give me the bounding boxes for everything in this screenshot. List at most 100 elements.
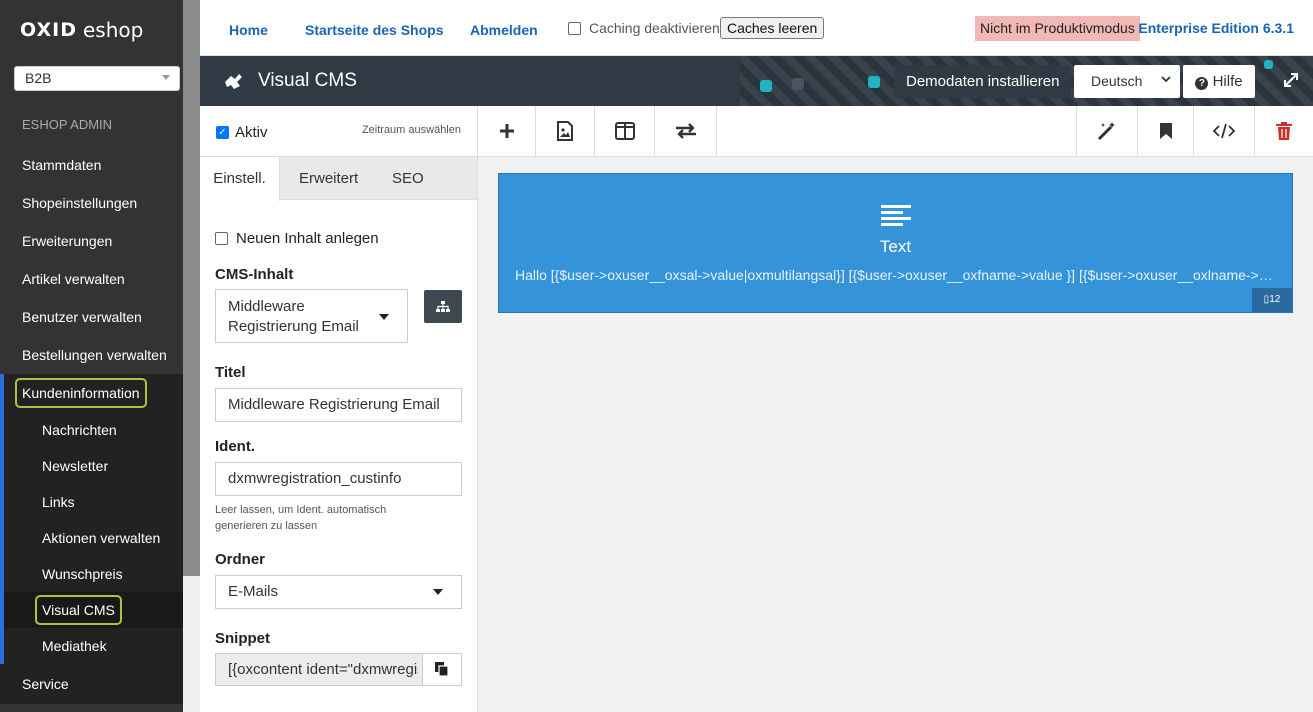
- sitemap-icon: [436, 300, 450, 312]
- chevron-down-icon: [162, 75, 170, 80]
- oxid-logo[interactable]: OXID eshop: [20, 18, 165, 42]
- bookmark-icon: [1159, 123, 1172, 139]
- sidebar-subitem-links[interactable]: Links: [4, 484, 183, 520]
- magic-wand-icon: [1097, 122, 1115, 141]
- sidebar-subitem-aktionen[interactable]: Aktionen verwalten: [4, 520, 183, 556]
- sidebar-item-artikel[interactable]: Artikel verwalten: [0, 260, 183, 298]
- caret-down-icon: [379, 314, 389, 320]
- active-checkbox[interactable]: ✓: [216, 126, 229, 139]
- snippet-label: Snippet: [215, 630, 270, 647]
- delete-button[interactable]: [1254, 106, 1313, 156]
- cms-content-value-line2: Registrierung Email: [228, 318, 359, 335]
- tab-erweitert[interactable]: Erweitert: [299, 157, 358, 200]
- top-navigation: Home Startseite des Shops Abmelden Cachi…: [200, 0, 1313, 56]
- install-demo-data-button[interactable]: Demodaten installieren: [894, 65, 1072, 98]
- swap-button[interactable]: [655, 106, 717, 156]
- sidebar-item-kundeninformation[interactable]: Kundeninformation: [4, 374, 183, 412]
- shop-start-link[interactable]: Startseite des Shops: [305, 22, 444, 38]
- ident-input[interactable]: dxmwregistration_custinfo: [215, 462, 462, 496]
- editor-toolbar: [478, 106, 1313, 157]
- sidebar-item-benutzer[interactable]: Benutzer verwalten: [0, 298, 183, 336]
- add-widget-button[interactable]: [478, 106, 536, 156]
- tab-seo[interactable]: SEO: [392, 157, 424, 200]
- sidebar-item-bestellungen[interactable]: Bestellungen verwalten: [0, 336, 183, 374]
- mode-badge: Nicht im Produktivmodus: [975, 16, 1140, 41]
- sidebar-item-label: Kundeninformation: [15, 378, 147, 408]
- columns-button[interactable]: [595, 106, 655, 156]
- sidebar-subitem-nachrichten[interactable]: Nachrichten: [4, 412, 183, 448]
- text-widget[interactable]: Text Hallo [{$user->oxuser__oxsal->value…: [498, 173, 1293, 313]
- sidebar: OXID eshop B2B ESHOP ADMIN Stammdaten Sh…: [0, 0, 200, 712]
- puzzle-icon: [222, 70, 244, 92]
- caching-checkbox[interactable]: [568, 21, 581, 35]
- active-row: ✓ Aktiv Zeitraum auswählen: [200, 106, 477, 157]
- widget-width-badge[interactable]: ▯12: [1252, 288, 1292, 312]
- title-label: Titel: [215, 364, 246, 381]
- puzzle-piece-icon: [868, 76, 880, 88]
- help-label: Hilfe: [1212, 73, 1243, 90]
- help-button[interactable]: ? Hilfe: [1183, 65, 1255, 98]
- select-period-link[interactable]: Zeitraum auswählen: [362, 124, 461, 136]
- tab-einstellungen[interactable]: Einstell.: [200, 157, 280, 201]
- folder-select-value: E-Mails: [228, 583, 279, 600]
- new-content-toggle[interactable]: Neuen Inhalt anlegen: [215, 230, 379, 247]
- code-icon: [1213, 123, 1235, 139]
- caret-down-icon: [433, 589, 443, 595]
- title-input[interactable]: Middleware Registrierung Email: [215, 388, 462, 422]
- plus-icon: [499, 124, 514, 138]
- sidebar-subitem-wunschpreis[interactable]: Wunschpreis: [4, 556, 183, 592]
- trash-icon: [1276, 122, 1292, 140]
- page-title: Visual CMS: [258, 70, 357, 91]
- cms-content-value-line1: Middleware: [228, 298, 305, 315]
- new-content-checkbox[interactable]: [215, 232, 228, 245]
- sidebar-subitem-newsletter[interactable]: Newsletter: [4, 448, 183, 484]
- home-link[interactable]: Home: [229, 22, 268, 38]
- clear-caches-button[interactable]: Caches leeren: [720, 17, 825, 39]
- ident-label: Ident.: [215, 438, 255, 455]
- language-select-value: Deutsch: [1091, 73, 1143, 89]
- language-select[interactable]: Deutsch: [1074, 65, 1180, 98]
- caching-label: Caching deaktivieren: [589, 20, 720, 36]
- caching-toggle[interactable]: Caching deaktivieren: [568, 20, 720, 36]
- shop-select-value: B2B: [25, 70, 52, 86]
- puzzle-piece-icon: [760, 80, 772, 92]
- folder-select[interactable]: E-Mails: [215, 575, 462, 609]
- shop-select[interactable]: B2B: [14, 66, 180, 91]
- editor-canvas: Text Hallo [{$user->oxuser__oxsal->value…: [478, 157, 1313, 712]
- code-button[interactable]: [1193, 106, 1254, 156]
- sidebar-item-stammdaten[interactable]: Stammdaten: [0, 146, 183, 184]
- copy-button[interactable]: [422, 654, 461, 685]
- logout-link[interactable]: Abmelden: [470, 22, 538, 38]
- settings-panel: ✓ Aktiv Zeitraum auswählen Einstell. Erw…: [200, 106, 478, 712]
- image-file-icon: [557, 121, 573, 141]
- sidebar-item-service[interactable]: Service: [0, 664, 183, 704]
- exchange-icon: [675, 123, 696, 139]
- cms-content-select[interactable]: Middleware Registrierung Email: [215, 289, 408, 343]
- edition-label: Enterprise Edition 6.3.1: [1138, 20, 1294, 36]
- question-circle-icon: ?: [1195, 77, 1209, 90]
- sidebar-subitem-mediathek[interactable]: Mediathek: [4, 628, 183, 664]
- sitemap-button[interactable]: [424, 290, 462, 323]
- scrollbar-thumb[interactable]: [183, 0, 200, 576]
- logo-light-text: eshop: [82, 18, 144, 42]
- magic-button[interactable]: [1076, 106, 1137, 156]
- ident-hint: Leer lassen, um Ident. automatisch gener…: [215, 504, 387, 532]
- settings-tabs: Einstell. Erweitert SEO: [200, 157, 477, 201]
- media-button[interactable]: [536, 106, 595, 156]
- snippet-input[interactable]: [{oxcontent ident="dxmwregistration_cust…: [215, 653, 462, 686]
- folder-label: Ordner: [215, 551, 266, 568]
- sidebar-scrollbar[interactable]: [183, 0, 200, 712]
- sidebar-subitem-visual-cms[interactable]: Visual CMS: [4, 592, 183, 628]
- puzzle-piece-icon: [1264, 60, 1273, 69]
- sidebar-menu: Stammdaten Shopeinstellungen Erweiterung…: [0, 146, 183, 704]
- active-label: Aktiv: [235, 124, 268, 141]
- sidebar-item-shopeinstellungen[interactable]: Shopeinstellungen: [0, 184, 183, 222]
- cms-content-label: CMS-Inhalt: [215, 266, 294, 283]
- sidebar-group-kundeninformation: Kundeninformation Nachrichten Newsletter…: [0, 374, 183, 664]
- logo-bold-text: OXID: [20, 19, 77, 41]
- align-left-icon: [881, 205, 911, 227]
- bookmark-button[interactable]: [1137, 106, 1193, 156]
- copy-icon: [435, 662, 449, 677]
- fullscreen-icon[interactable]: [1282, 71, 1300, 89]
- sidebar-item-erweiterungen[interactable]: Erweiterungen: [0, 222, 183, 260]
